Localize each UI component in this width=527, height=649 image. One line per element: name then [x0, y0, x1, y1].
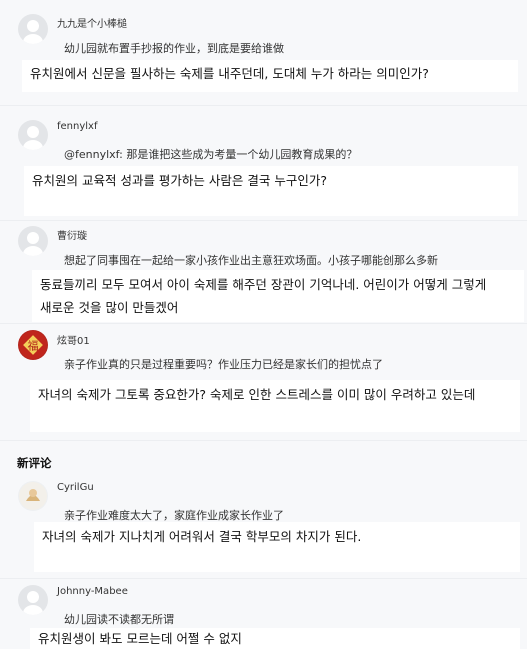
divider	[0, 220, 527, 221]
translation-box: 자녀의 숙제가 지나치게 어려워서 결국 학부모의 차지가 된다.	[34, 522, 520, 572]
divider	[0, 105, 527, 106]
comment-text: 亲子作业真的只是过程重要吗？作业压力已经是家长们的担忧点了	[64, 358, 383, 371]
comment-text: @fennylxf: 那是谁把这些成为考量一个幼儿园教育成果的？	[64, 148, 358, 161]
comment-text: 亲子作业难度太大了，家庭作业成家长作业了	[64, 509, 284, 522]
avatar[interactable]	[18, 226, 48, 256]
translation-box: 자녀의 숙제가 그토록 중요한가? 숙제로 인한 스트레스를 이미 많이 우려하…	[30, 380, 520, 432]
translation-text: 유치원생이 봐도 모르는데 어쩔 수 없지	[38, 631, 242, 646]
avatar[interactable]	[18, 120, 48, 150]
section-title: 新评论	[17, 456, 52, 470]
translation-text: 자녀의 숙제가 그토록 중요한가? 숙제로 인한 스트레스를 이미 많이 우려하…	[38, 387, 476, 402]
comment-text: 幼儿园读不读都无所谓	[64, 613, 174, 626]
comment-text: 想起了同事囤在一起给一家小孩作业出主意狂欢场面。小孩子哪能创那么多新	[64, 254, 438, 267]
username[interactable]: CyrilGu	[57, 482, 94, 493]
divider	[0, 323, 527, 324]
translation-line: 새로운 것을 많이 만들겠어	[40, 300, 179, 315]
translation-box: 동료들끼리 모두 모여서 아이 숙제를 해주던 장관이 기억나네. 어린이가 어…	[32, 270, 524, 322]
translation-text: 유치원의 교육적 성과를 평가하는 사람은 결국 누구인가?	[32, 173, 327, 188]
username[interactable]: 九九是个小棒槌	[57, 15, 127, 30]
divider	[0, 578, 527, 579]
divider	[0, 440, 527, 441]
username[interactable]: Johnny-Mabee	[57, 586, 128, 597]
translation-box: 유치원에서 신문을 필사하는 숙제를 내주던데, 도대체 누가 하라는 의미인가…	[22, 60, 518, 92]
avatar[interactable]: 福	[18, 330, 48, 360]
translation-box: 유치원의 교육적 성과를 평가하는 사람은 결국 누구인가?	[24, 166, 518, 216]
avatar[interactable]	[18, 14, 48, 44]
username[interactable]: 曹衍璇	[57, 227, 87, 242]
translation-line: 동료들끼리 모두 모여서 아이 숙제를 해주던 장관이 기억나네. 어린이가 어…	[40, 277, 487, 292]
avatar[interactable]	[18, 481, 48, 511]
username[interactable]: 炫哥01	[57, 332, 90, 347]
comment-text: 幼儿园就布置手抄报的作业，到底是要给谁做	[64, 42, 284, 55]
translation-box: 유치원생이 봐도 모르는데 어쩔 수 없지	[30, 628, 520, 649]
translation-text: 유치원에서 신문을 필사하는 숙제를 내주던데, 도대체 누가 하라는 의미인가…	[30, 66, 429, 81]
avatar[interactable]	[18, 585, 48, 615]
username[interactable]: fennylxf	[57, 121, 97, 132]
translation-text: 자녀의 숙제가 지나치게 어려워서 결국 학부모의 차지가 된다.	[42, 529, 362, 544]
fu-glyph: 福	[28, 339, 39, 353]
